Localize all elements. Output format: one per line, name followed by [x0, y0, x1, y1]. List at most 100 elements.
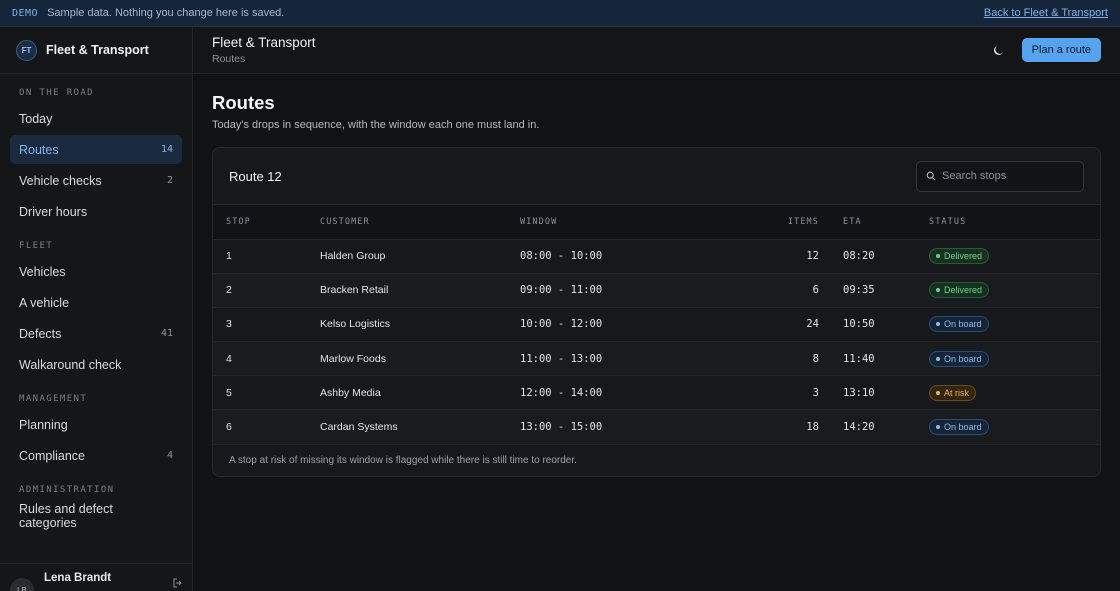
sidebar-item-label: Walkaround check: [19, 357, 122, 372]
sidebar-item-compliance[interactable]: Compliance 4: [10, 441, 182, 470]
status-label: On board: [944, 422, 982, 433]
col-eta[interactable]: ETA: [819, 205, 929, 240]
footer-note: A stop at risk of missing its window is …: [229, 455, 577, 467]
cell-window: 13:00 - 15:00: [520, 409, 740, 445]
col-status[interactable]: STATUS: [929, 205, 1100, 240]
search-box[interactable]: [916, 160, 1084, 192]
status-badge: Delivered: [929, 248, 990, 265]
brand[interactable]: FT Fleet & Transport: [0, 27, 192, 74]
app-title: Fleet & Transport: [212, 35, 316, 50]
cell-items: 24: [740, 307, 819, 343]
moon-icon[interactable]: [988, 39, 1010, 61]
brand-name: Fleet & Transport: [46, 43, 149, 57]
status-label: On board: [944, 319, 982, 330]
cell-customer: Bracken Retail: [320, 273, 520, 308]
cell-items: 12: [740, 239, 819, 274]
sidebar-item-today[interactable]: Today: [10, 104, 182, 133]
cell-stop: 2: [213, 273, 320, 308]
status-badge: On board: [929, 316, 989, 333]
status-dot-icon: [936, 254, 940, 259]
cell-stop: 3: [213, 307, 320, 343]
page-title: Routes: [212, 92, 275, 113]
breadcrumb[interactable]: Routes: [212, 53, 316, 65]
sidebar-item-defects[interactable]: Defects 41: [10, 319, 182, 348]
stops-table: STOP CUSTOMER WINDOW ITEMS ETA STATUS 1H…: [213, 205, 1100, 445]
sidebar-item-walkaround-check[interactable]: Walkaround check: [10, 350, 182, 379]
cell-window: 08:00 - 10:00: [520, 239, 740, 274]
sidebar-item-count: 2: [166, 175, 173, 186]
table-row[interactable]: 5 Ashby Media 12:00 - 14:00 3 13:10 At risk: [213, 375, 1100, 411]
main-content: Routes Today's drops in sequence, with t…: [212, 92, 1101, 477]
cell-stop: 1: [213, 239, 320, 274]
table-header-row: STOP CUSTOMER WINDOW ITEMS ETA STATUS: [213, 205, 1100, 240]
status-dot-icon: [936, 425, 940, 430]
sidebar-item-label: Planning: [19, 417, 68, 432]
cell-window: 09:00 - 11:00: [520, 273, 740, 308]
cell-eta: 14:20: [819, 409, 929, 445]
sidebar-item-label: Vehicles: [19, 264, 66, 279]
user-panel[interactable]: LB Lena Brandt: [0, 563, 193, 591]
sidebar-item-driver-hours[interactable]: Driver hours: [10, 197, 182, 226]
sidebar-item-label: Vehicle checks: [19, 173, 102, 188]
status-dot-icon: [936, 390, 940, 395]
status-dot-icon: [936, 356, 940, 361]
cell-eta: 13:10: [819, 375, 929, 411]
cell-customer: Cardan Systems: [320, 409, 520, 445]
status-label: On board: [944, 353, 982, 364]
sidebar-item-a-vehicle[interactable]: A vehicle: [10, 288, 182, 317]
cell-status: At risk: [929, 375, 1100, 411]
cell-window: 10:00 - 12:00: [520, 307, 740, 343]
back-link[interactable]: Back to Fleet & Transport: [984, 7, 1108, 19]
status-badge: On board: [929, 419, 989, 436]
sidebar-item-routes[interactable]: Routes 14: [10, 135, 182, 164]
status-dot-icon: [936, 322, 940, 327]
sidebar-item-vehicles[interactable]: Vehicles: [10, 257, 182, 286]
cell-eta: 09:35: [819, 273, 929, 308]
cell-items: 3: [740, 375, 819, 411]
search-input[interactable]: [942, 170, 1072, 182]
cell-items: 8: [740, 341, 819, 377]
sidebar: FT Fleet & Transport ON THE ROAD Today Rou…: [0, 27, 193, 591]
status-badge: At risk: [929, 384, 977, 401]
table-row[interactable]: 4 Marlow Foods 11:00 - 13:00 8 11:40 On board: [213, 341, 1100, 377]
cell-stop: 4: [213, 341, 320, 377]
cell-items: 6: [740, 273, 819, 308]
cell-status: On board: [929, 341, 1100, 377]
cell-status: Delivered: [929, 273, 1100, 308]
col-window[interactable]: WINDOW: [520, 205, 740, 240]
sidebar-item-label: Defects: [19, 326, 62, 341]
sidebar-item-vehicle-checks[interactable]: Vehicle checks 2: [10, 166, 182, 195]
sidebar-item-count: 41: [160, 328, 173, 339]
status-badge: Delivered: [929, 282, 990, 299]
sidebar-item-rules-and-defect-categories[interactable]: Rules and defect categories: [10, 501, 182, 530]
brand-logo: FT: [16, 39, 37, 61]
demo-message: Sample data. Nothing you change here is …: [47, 7, 285, 19]
sidebar-item-label: A vehicle: [19, 295, 70, 310]
col-items[interactable]: ITEMS: [740, 205, 819, 240]
col-stop[interactable]: STOP: [213, 205, 320, 240]
status-dot-icon: [936, 288, 940, 293]
user-name: Lena Brandt: [44, 572, 112, 584]
table-row[interactable]: 6 Cardan Systems 13:00 - 15:00 18 14:20 On bo…: [213, 409, 1100, 445]
table-row[interactable]: 1 Halden Group 08:00 - 10:00 12 08:20 Deliver…: [213, 239, 1100, 274]
status-label: Delivered: [944, 251, 983, 262]
route-title: Route 12: [229, 168, 282, 184]
cell-customer: Marlow Foods: [320, 341, 520, 377]
sign-out-icon[interactable]: [173, 578, 183, 591]
sidebar-nav: ON THE ROAD Today Routes 14 Vehicle checks 2 D…: [0, 88, 192, 530]
demo-banner: DEMO Sample data. Nothing you change her…: [0, 0, 1120, 27]
cell-stop: 6: [213, 409, 320, 445]
sidebar-item-label: Compliance: [19, 448, 86, 463]
table-row[interactable]: 2 Bracken Retail 09:00 - 11:00 6 09:35 Delive…: [213, 273, 1100, 308]
col-customer[interactable]: CUSTOMER: [320, 205, 520, 240]
cell-window: 11:00 - 13:00: [520, 341, 740, 377]
cell-status: On board: [929, 409, 1100, 445]
page-subtitle: Today's drops in sequence, with the wind…: [212, 119, 540, 131]
table-row[interactable]: 3 Kelso Logistics 10:00 - 12:00 24 10:50 On b…: [213, 307, 1100, 343]
plan-route-button[interactable]: Plan a route: [1021, 38, 1101, 62]
cell-eta: 11:40: [819, 341, 929, 377]
cell-customer: Ashby Media: [320, 375, 520, 411]
cell-eta: 08:20: [819, 239, 929, 274]
cell-status: Delivered: [929, 239, 1100, 274]
sidebar-item-planning[interactable]: Planning: [10, 410, 182, 439]
